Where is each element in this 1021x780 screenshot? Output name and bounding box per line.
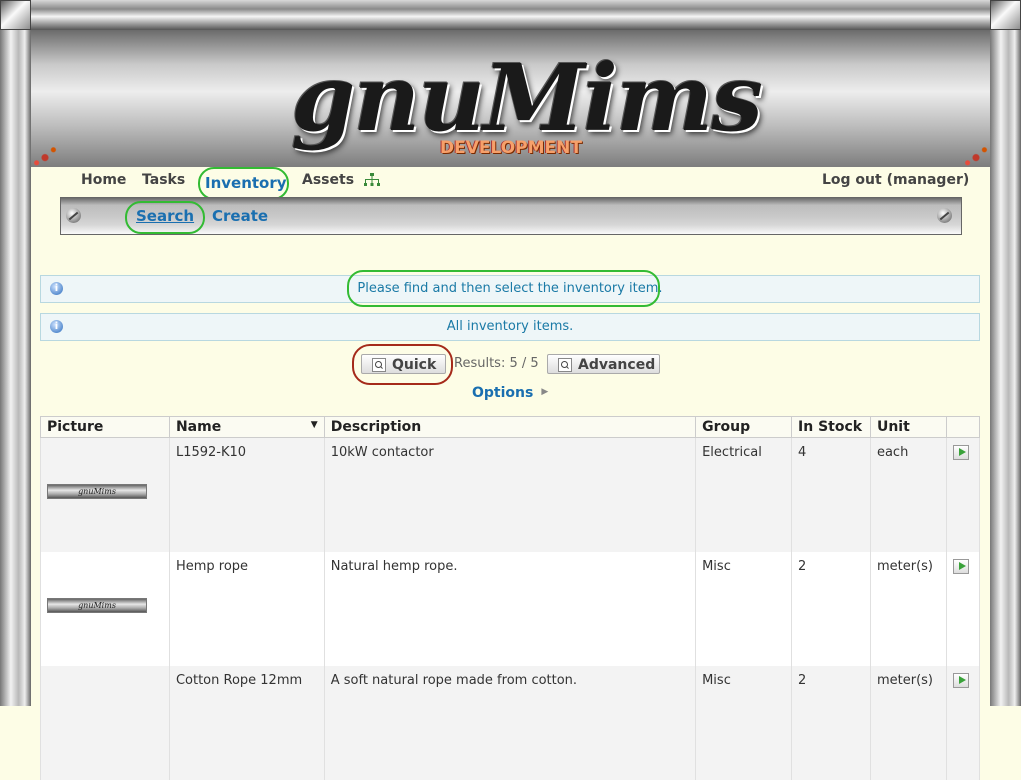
col-group[interactable]: Group [695, 416, 792, 438]
advanced-search-button[interactable]: Advanced [547, 354, 660, 374]
info-icon: i [50, 320, 63, 333]
options-label: Options [472, 385, 534, 401]
search-highlight [125, 201, 205, 234]
cell-description: A soft natural rope made from cotton. [323, 666, 696, 780]
cell-action [945, 552, 981, 666]
cell-picture [40, 666, 170, 780]
col-unit[interactable]: Unit [869, 416, 947, 438]
cell-group: Misc [695, 552, 792, 666]
header-banner: gnuMims DEVELOPMENT [31, 30, 990, 167]
screw-icon [66, 208, 81, 223]
col-name[interactable]: Name ▼ [168, 416, 325, 438]
screw-icon [937, 208, 952, 223]
cell-name: L1592-K10 [168, 437, 325, 552]
cell-picture: gnuMims [40, 437, 170, 552]
results-count: Results: 5 / 5 [454, 356, 539, 371]
col-in-stock[interactable]: In Stock [791, 416, 871, 438]
cell-group: Misc [695, 666, 792, 780]
nav-tasks[interactable]: Tasks [142, 172, 185, 188]
cell-action [945, 666, 981, 780]
cell-action [945, 437, 981, 552]
options-toggle[interactable]: Options ▶ [472, 385, 548, 401]
subnav-create[interactable]: Create [212, 207, 268, 225]
inventory-table: Picture Name ▼ Description Group In Stock… [40, 416, 981, 780]
nav-assets[interactable]: Assets [302, 172, 354, 188]
info-icon: i [50, 282, 63, 295]
frame-right [990, 0, 1021, 706]
cell-group: Electrical [695, 437, 792, 552]
go-arrow-icon[interactable] [952, 559, 969, 574]
nav-home[interactable]: Home [81, 172, 126, 188]
ornament-right [962, 142, 990, 168]
cell-unit: meter(s) [869, 552, 947, 666]
cell-in-stock: 2 [791, 552, 871, 666]
main-content: Home Tasks Inventory Assets Log out (man… [31, 167, 990, 780]
sort-desc-icon: ▼ [310, 420, 318, 430]
sitemap-icon[interactable] [364, 173, 380, 187]
table-row[interactable]: Cotton Rope 12mm A soft natural rope mad… [40, 666, 981, 780]
cell-unit: meter(s) [869, 666, 947, 780]
cell-picture: gnuMims [40, 552, 170, 666]
logout-link[interactable]: Log out (manager) [822, 172, 969, 188]
table-row[interactable]: gnuMims L1592-K10 10kW contactor Electri… [40, 437, 981, 552]
col-picture[interactable]: Picture [40, 416, 170, 438]
logo-title: gnuMims [291, 44, 763, 152]
message-highlight [347, 270, 660, 307]
cell-name: Cotton Rope 12mm [168, 666, 325, 780]
filter-message: i All inventory items. [40, 313, 980, 341]
frame-left [0, 0, 31, 706]
cell-name: Hemp rope [168, 552, 325, 666]
table-row[interactable]: gnuMims Hemp rope Natural hemp rope. Mis… [40, 552, 981, 666]
table-header: Picture Name ▼ Description Group In Stock… [40, 416, 981, 438]
item-thumbnail[interactable]: gnuMims [47, 484, 147, 499]
item-thumbnail[interactable]: gnuMims [47, 598, 147, 613]
magnifier-icon [558, 358, 572, 372]
col-name-label: Name [175, 419, 222, 435]
quick-highlight [352, 344, 453, 385]
filter-text: All inventory items. [446, 319, 574, 334]
advanced-label: Advanced [578, 357, 656, 373]
cell-unit: each [869, 437, 947, 552]
go-arrow-icon[interactable] [952, 673, 969, 688]
frame-top [0, 0, 1021, 30]
ornament-left [31, 142, 59, 168]
cell-in-stock: 2 [791, 666, 871, 780]
logo-subtitle: DEVELOPMENT [440, 138, 582, 158]
col-description[interactable]: Description [323, 416, 696, 438]
frame-corner-right [990, 0, 1021, 30]
cell-in-stock: 4 [791, 437, 871, 552]
cell-description: 10kW contactor [323, 437, 696, 552]
frame-corner-left [0, 0, 31, 30]
cell-description: Natural hemp rope. [323, 552, 696, 666]
inventory-highlight [198, 167, 289, 200]
col-action [945, 416, 981, 438]
go-arrow-icon[interactable] [952, 445, 969, 460]
expand-triangle-icon: ▶ [541, 387, 549, 397]
